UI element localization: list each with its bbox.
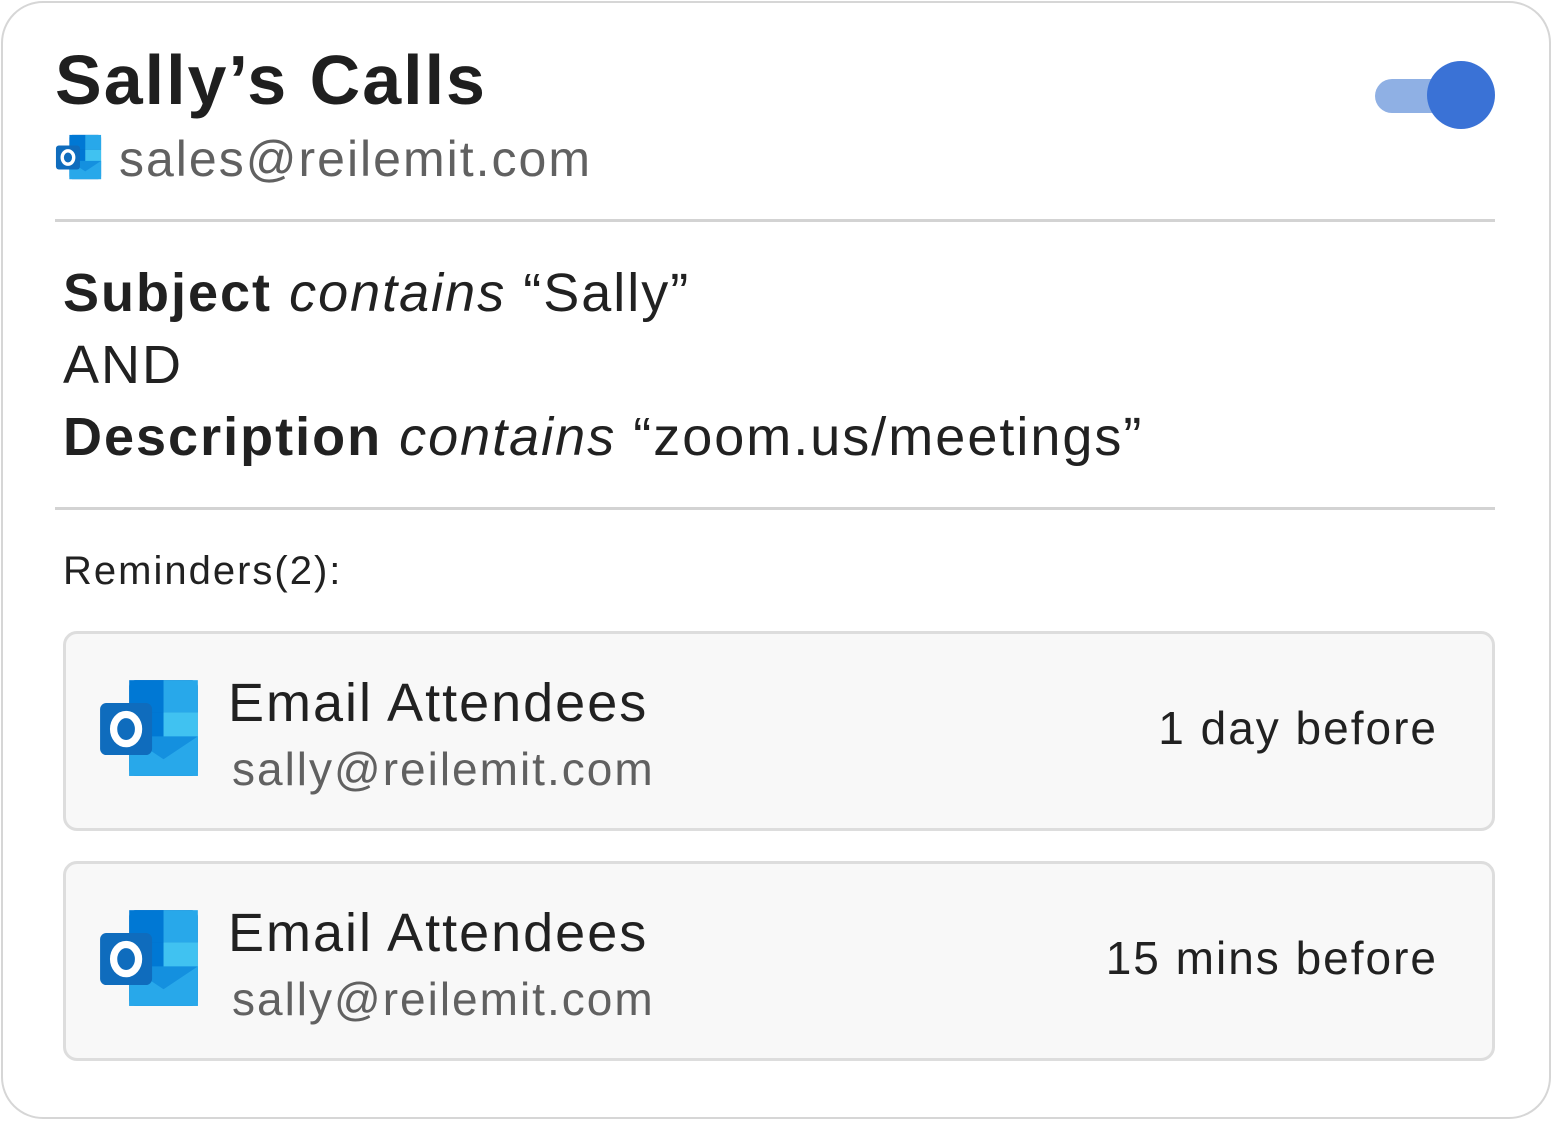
rule-title: Sally’s Calls	[55, 41, 487, 119]
reminder-timing: 1 day before	[1158, 702, 1438, 754]
account-email: sales@reilemit.com	[119, 131, 592, 187]
divider	[55, 219, 1495, 222]
reminders-label: Reminders(2):	[63, 549, 343, 593]
reminder-timing: 15 mins before	[1105, 932, 1438, 984]
outlook-icon	[55, 133, 103, 186]
reminder-item[interactable]: Email Attendees sally@reilemit.com 15 mi…	[63, 861, 1495, 1061]
condition-value: “Sally”	[523, 263, 691, 323]
reminder-action: Email Attendees	[228, 903, 649, 963]
reminder-email: sally@reilemit.com	[232, 973, 655, 1025]
condition-field: Subject	[63, 263, 273, 323]
condition-connector: AND	[63, 335, 184, 395]
account-row: sales@reilemit.com	[55, 131, 592, 187]
rule-enabled-toggle[interactable]	[1373, 59, 1497, 131]
outlook-icon	[98, 676, 202, 785]
reminder-action: Email Attendees	[228, 673, 649, 733]
toggle-thumb	[1427, 61, 1495, 129]
condition-field: Description	[63, 407, 383, 467]
rule-card: Sally’s Calls sales@reilemit.com Subject…	[1, 1, 1551, 1119]
divider	[55, 507, 1495, 510]
reminder-email: sally@reilemit.com	[232, 743, 655, 795]
outlook-icon	[98, 906, 202, 1015]
condition-value: “zoom.us/meetings”	[633, 407, 1144, 467]
reminder-item[interactable]: Email Attendees sally@reilemit.com 1 day…	[63, 631, 1495, 831]
condition-subject: Subject contains “Sally”	[63, 261, 690, 325]
condition-operator: contains	[399, 407, 617, 467]
condition-description: Description contains “zoom.us/meetings”	[63, 405, 1143, 469]
condition-operator: contains	[289, 263, 507, 323]
